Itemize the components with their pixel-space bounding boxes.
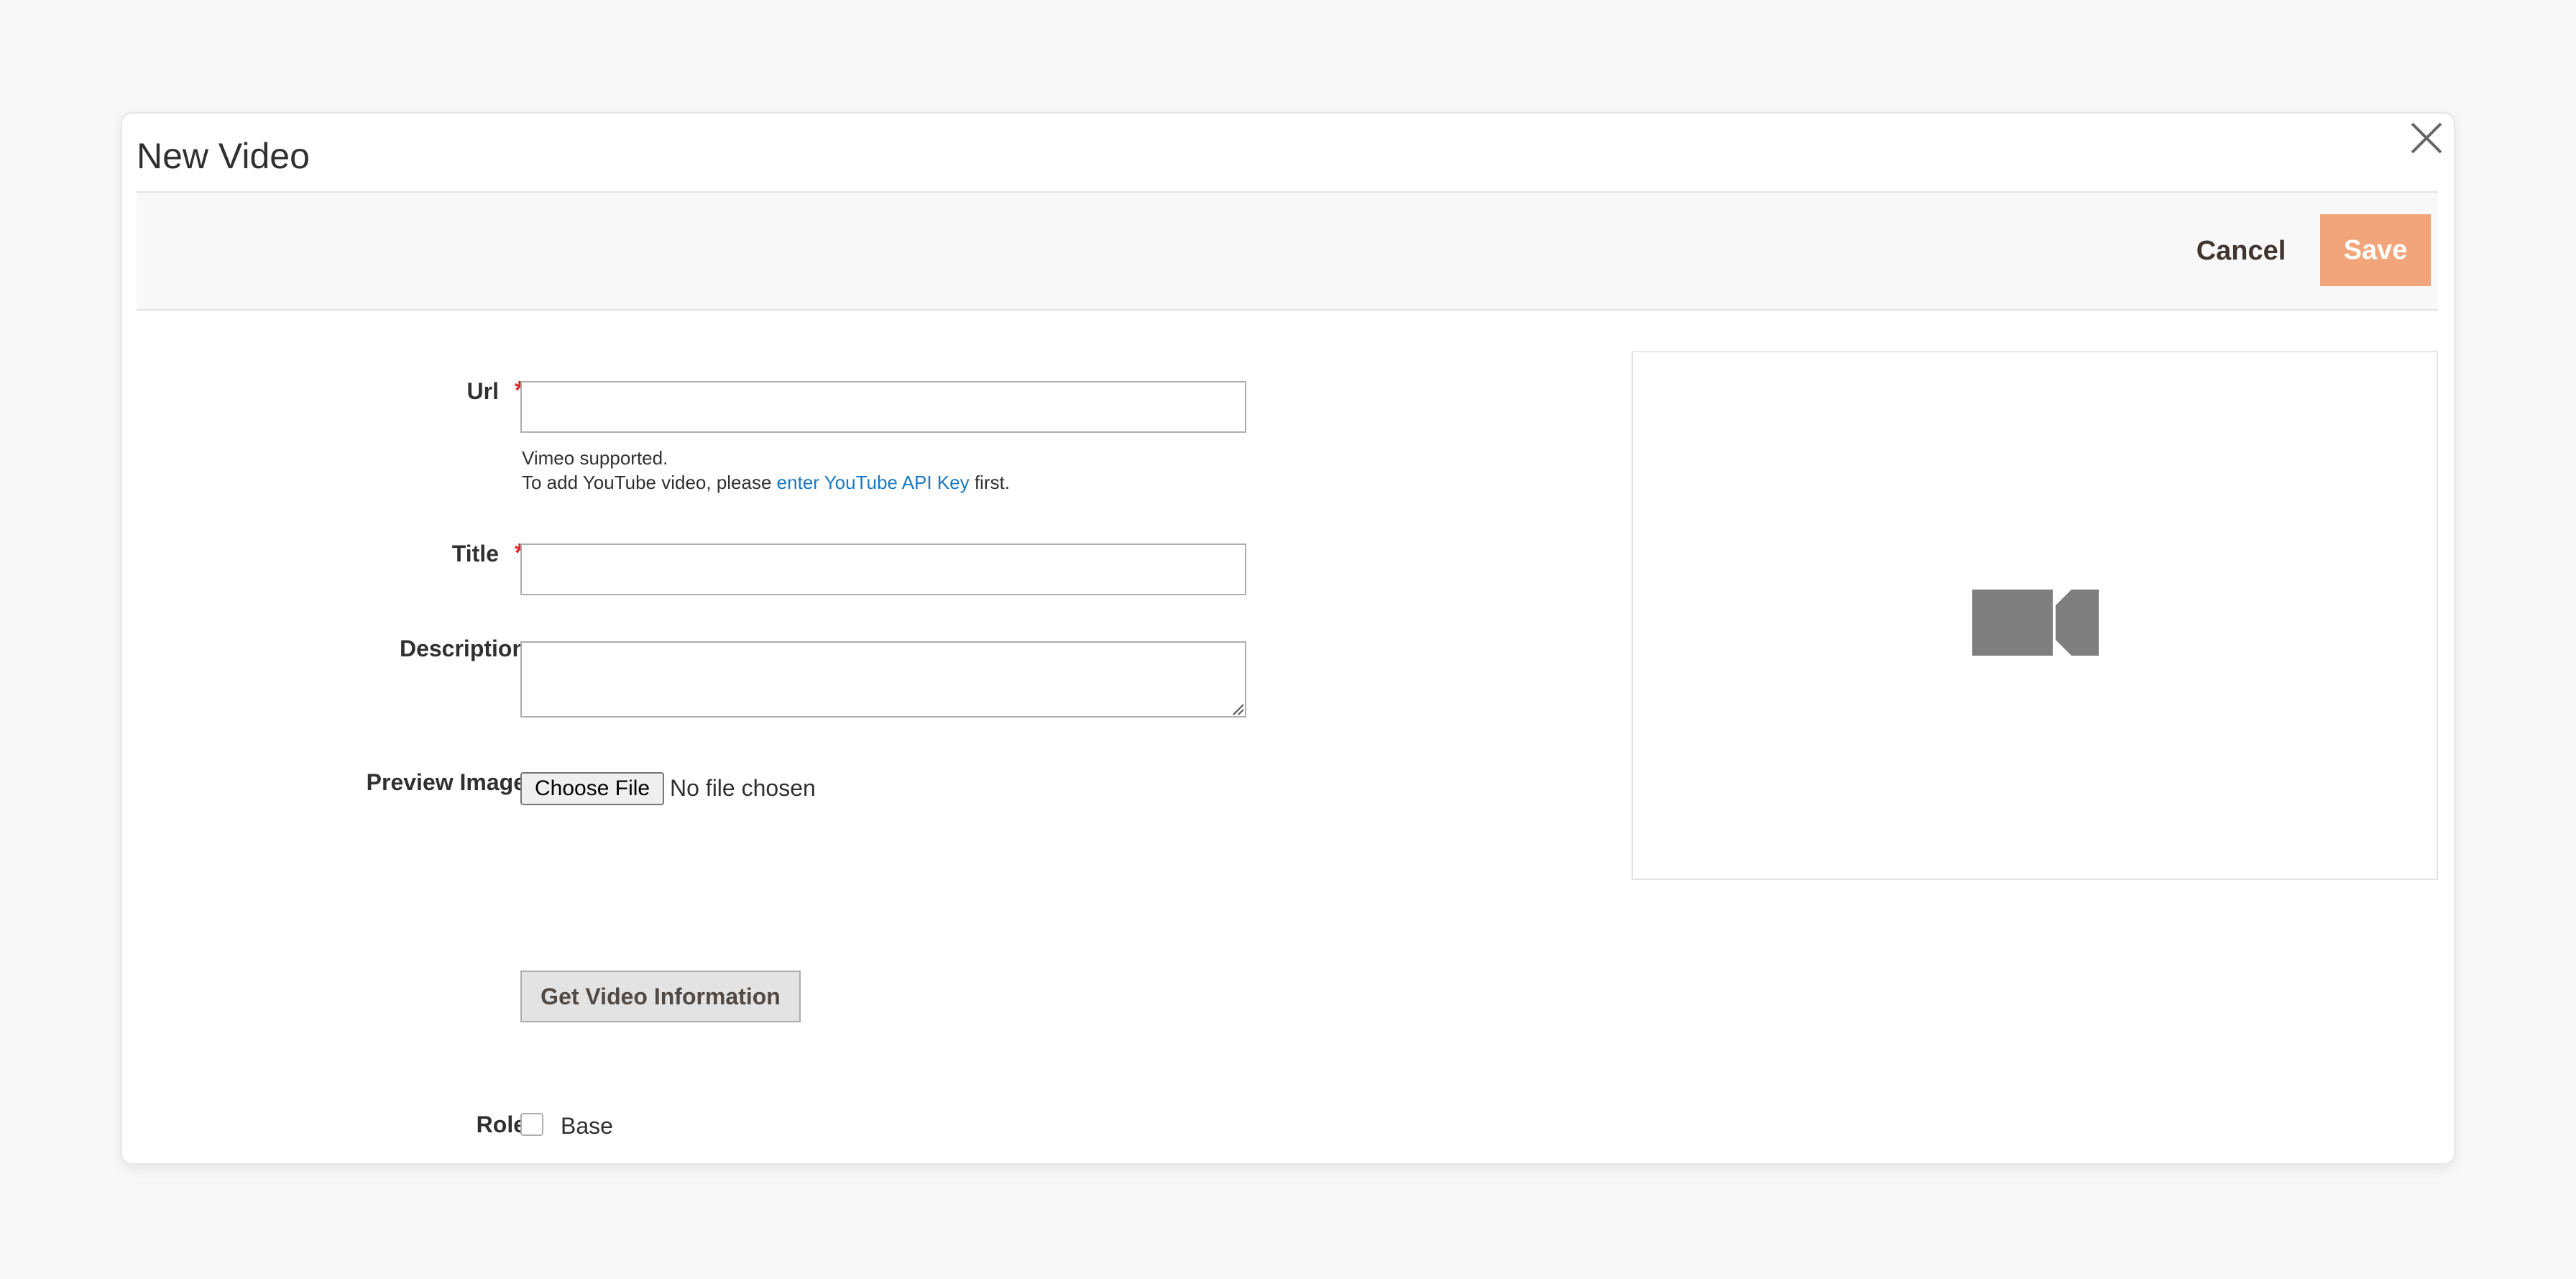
role-field-row: Role [122, 1111, 526, 1155]
url-note: Vimeo supported. To add YouTube video, p… [522, 446, 1010, 495]
description-label: Description [399, 636, 526, 661]
close-icon [2411, 122, 2442, 154]
new-video-modal: New Video Cancel Save Url * Vimeo support… [121, 112, 2455, 1165]
url-note-line1: Vimeo supported. [522, 447, 668, 469]
file-status: No file chosen [670, 775, 816, 801]
close-button[interactable] [2402, 116, 2448, 162]
save-button[interactable]: Save [2320, 214, 2431, 286]
url-field-row: Url * [122, 375, 525, 418]
title-field-row: Title * [122, 538, 525, 581]
modal-title: New Video [137, 136, 310, 176]
modal-action-bar: Cancel Save [137, 191, 2438, 311]
url-note-prefix: To add YouTube video, please [522, 472, 772, 493]
title-input[interactable] [520, 544, 1246, 595]
video-preview-box [1632, 351, 2438, 880]
get-video-information-button[interactable]: Get Video Information [520, 971, 801, 1022]
preview-image-file-control: Choose File No file chosen [122, 772, 1272, 808]
url-note-suffix: first. [974, 472, 1010, 493]
title-label-text: Title [451, 541, 499, 567]
url-input[interactable] [520, 381, 1246, 433]
role-label: Role [476, 1111, 526, 1137]
resize-grip-icon[interactable] [1230, 702, 1245, 716]
description-field-row: Description [122, 636, 526, 679]
url-note-line2: To add YouTube video, please enter YouTu… [522, 470, 1010, 495]
youtube-api-key-link[interactable]: enter YouTube API Key [777, 472, 970, 493]
url-label-text: Url [466, 378, 499, 404]
video-camera-icon [1972, 590, 2099, 656]
cancel-button[interactable]: Cancel [2162, 193, 2320, 309]
description-textarea[interactable] [520, 641, 1246, 718]
title-label: Title * [452, 538, 525, 568]
url-label: Url * [467, 375, 525, 405]
base-role-label: Base [561, 1113, 613, 1139]
choose-file-button[interactable]: Choose File [520, 772, 665, 805]
base-role-checkbox[interactable] [520, 1113, 543, 1136]
